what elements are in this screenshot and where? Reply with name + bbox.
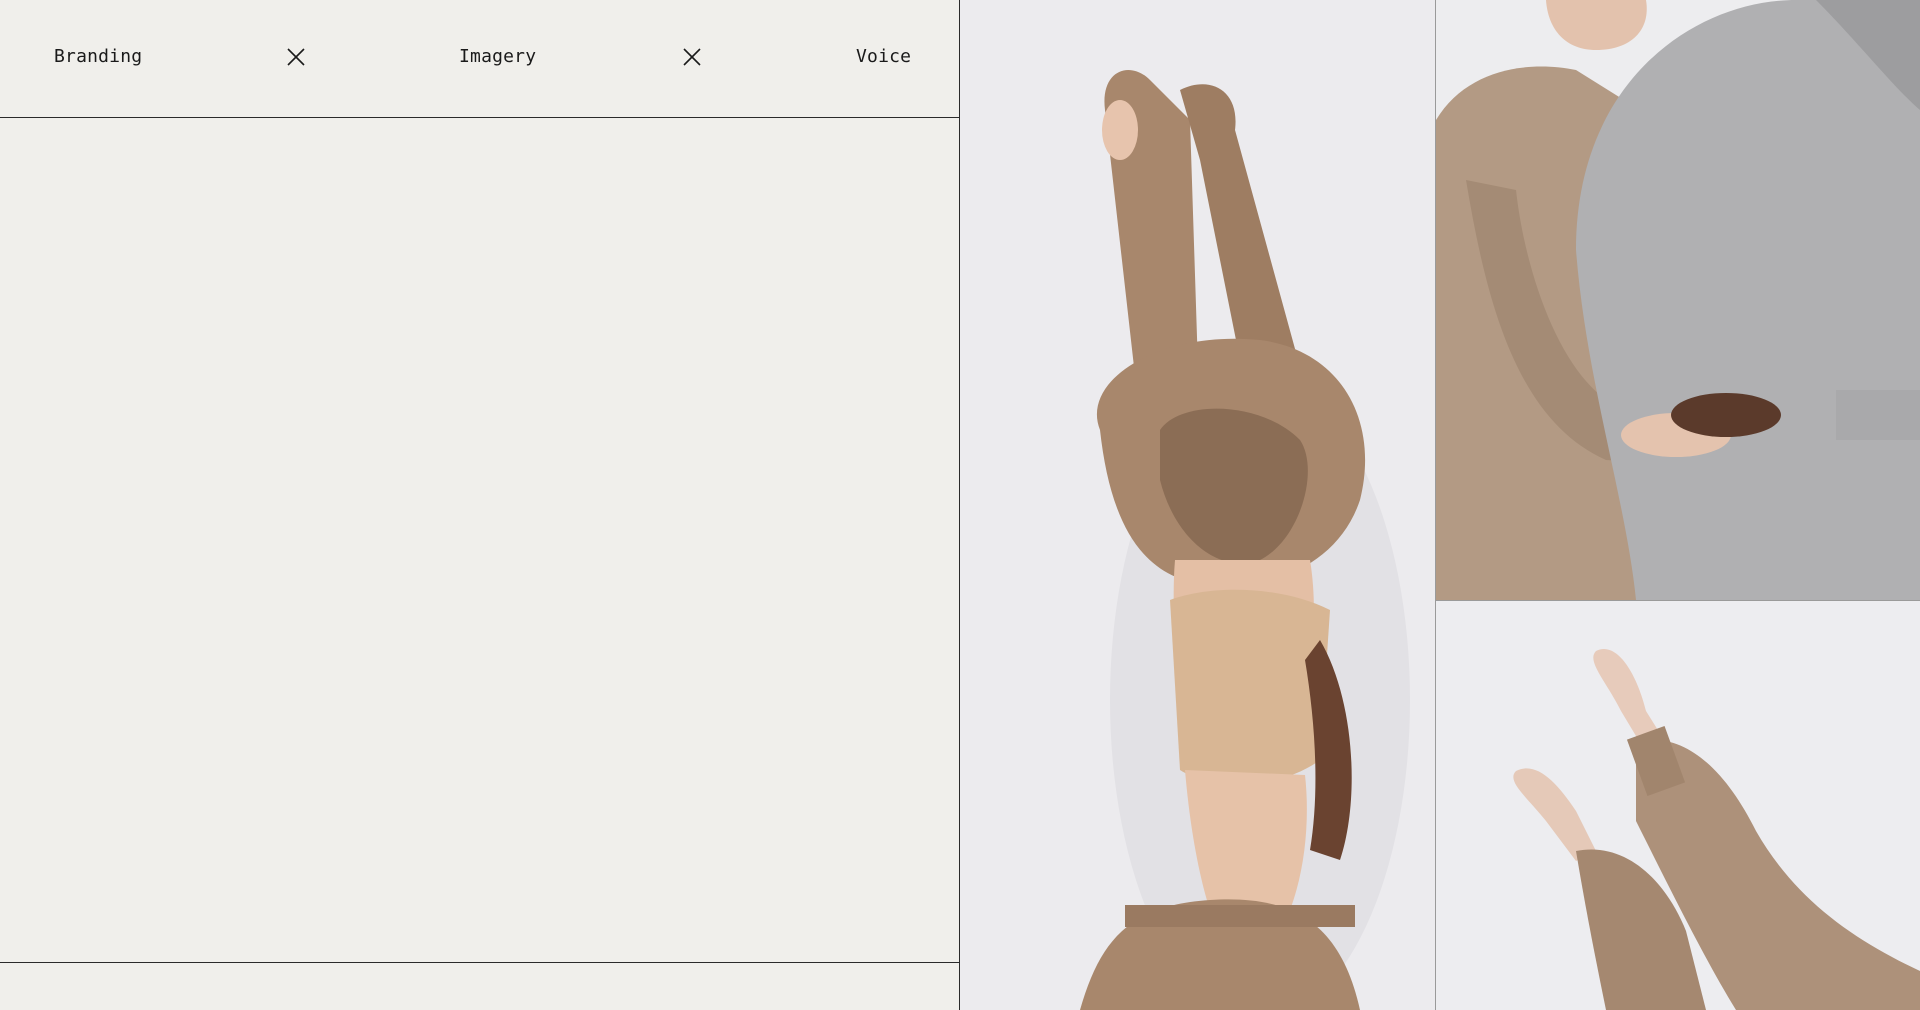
photo-hug <box>1436 0 1920 601</box>
nav-item-imagery[interactable]: Imagery <box>459 45 536 69</box>
close-icon[interactable] <box>683 48 701 66</box>
footer-divider <box>0 962 959 963</box>
photo-raised-hands <box>1436 601 1920 1010</box>
photo-hoodie-over-head <box>960 0 1436 1010</box>
nav-item-voice[interactable]: Voice <box>856 45 911 69</box>
top-nav: Branding Imagery Voice <box>0 0 959 118</box>
nav-item-branding[interactable]: Branding <box>54 45 142 69</box>
content-area <box>0 118 959 962</box>
page: Branding Imagery Voice <box>0 0 1920 1010</box>
close-icon[interactable] <box>287 48 305 66</box>
left-panel: Branding Imagery Voice <box>0 0 960 1010</box>
